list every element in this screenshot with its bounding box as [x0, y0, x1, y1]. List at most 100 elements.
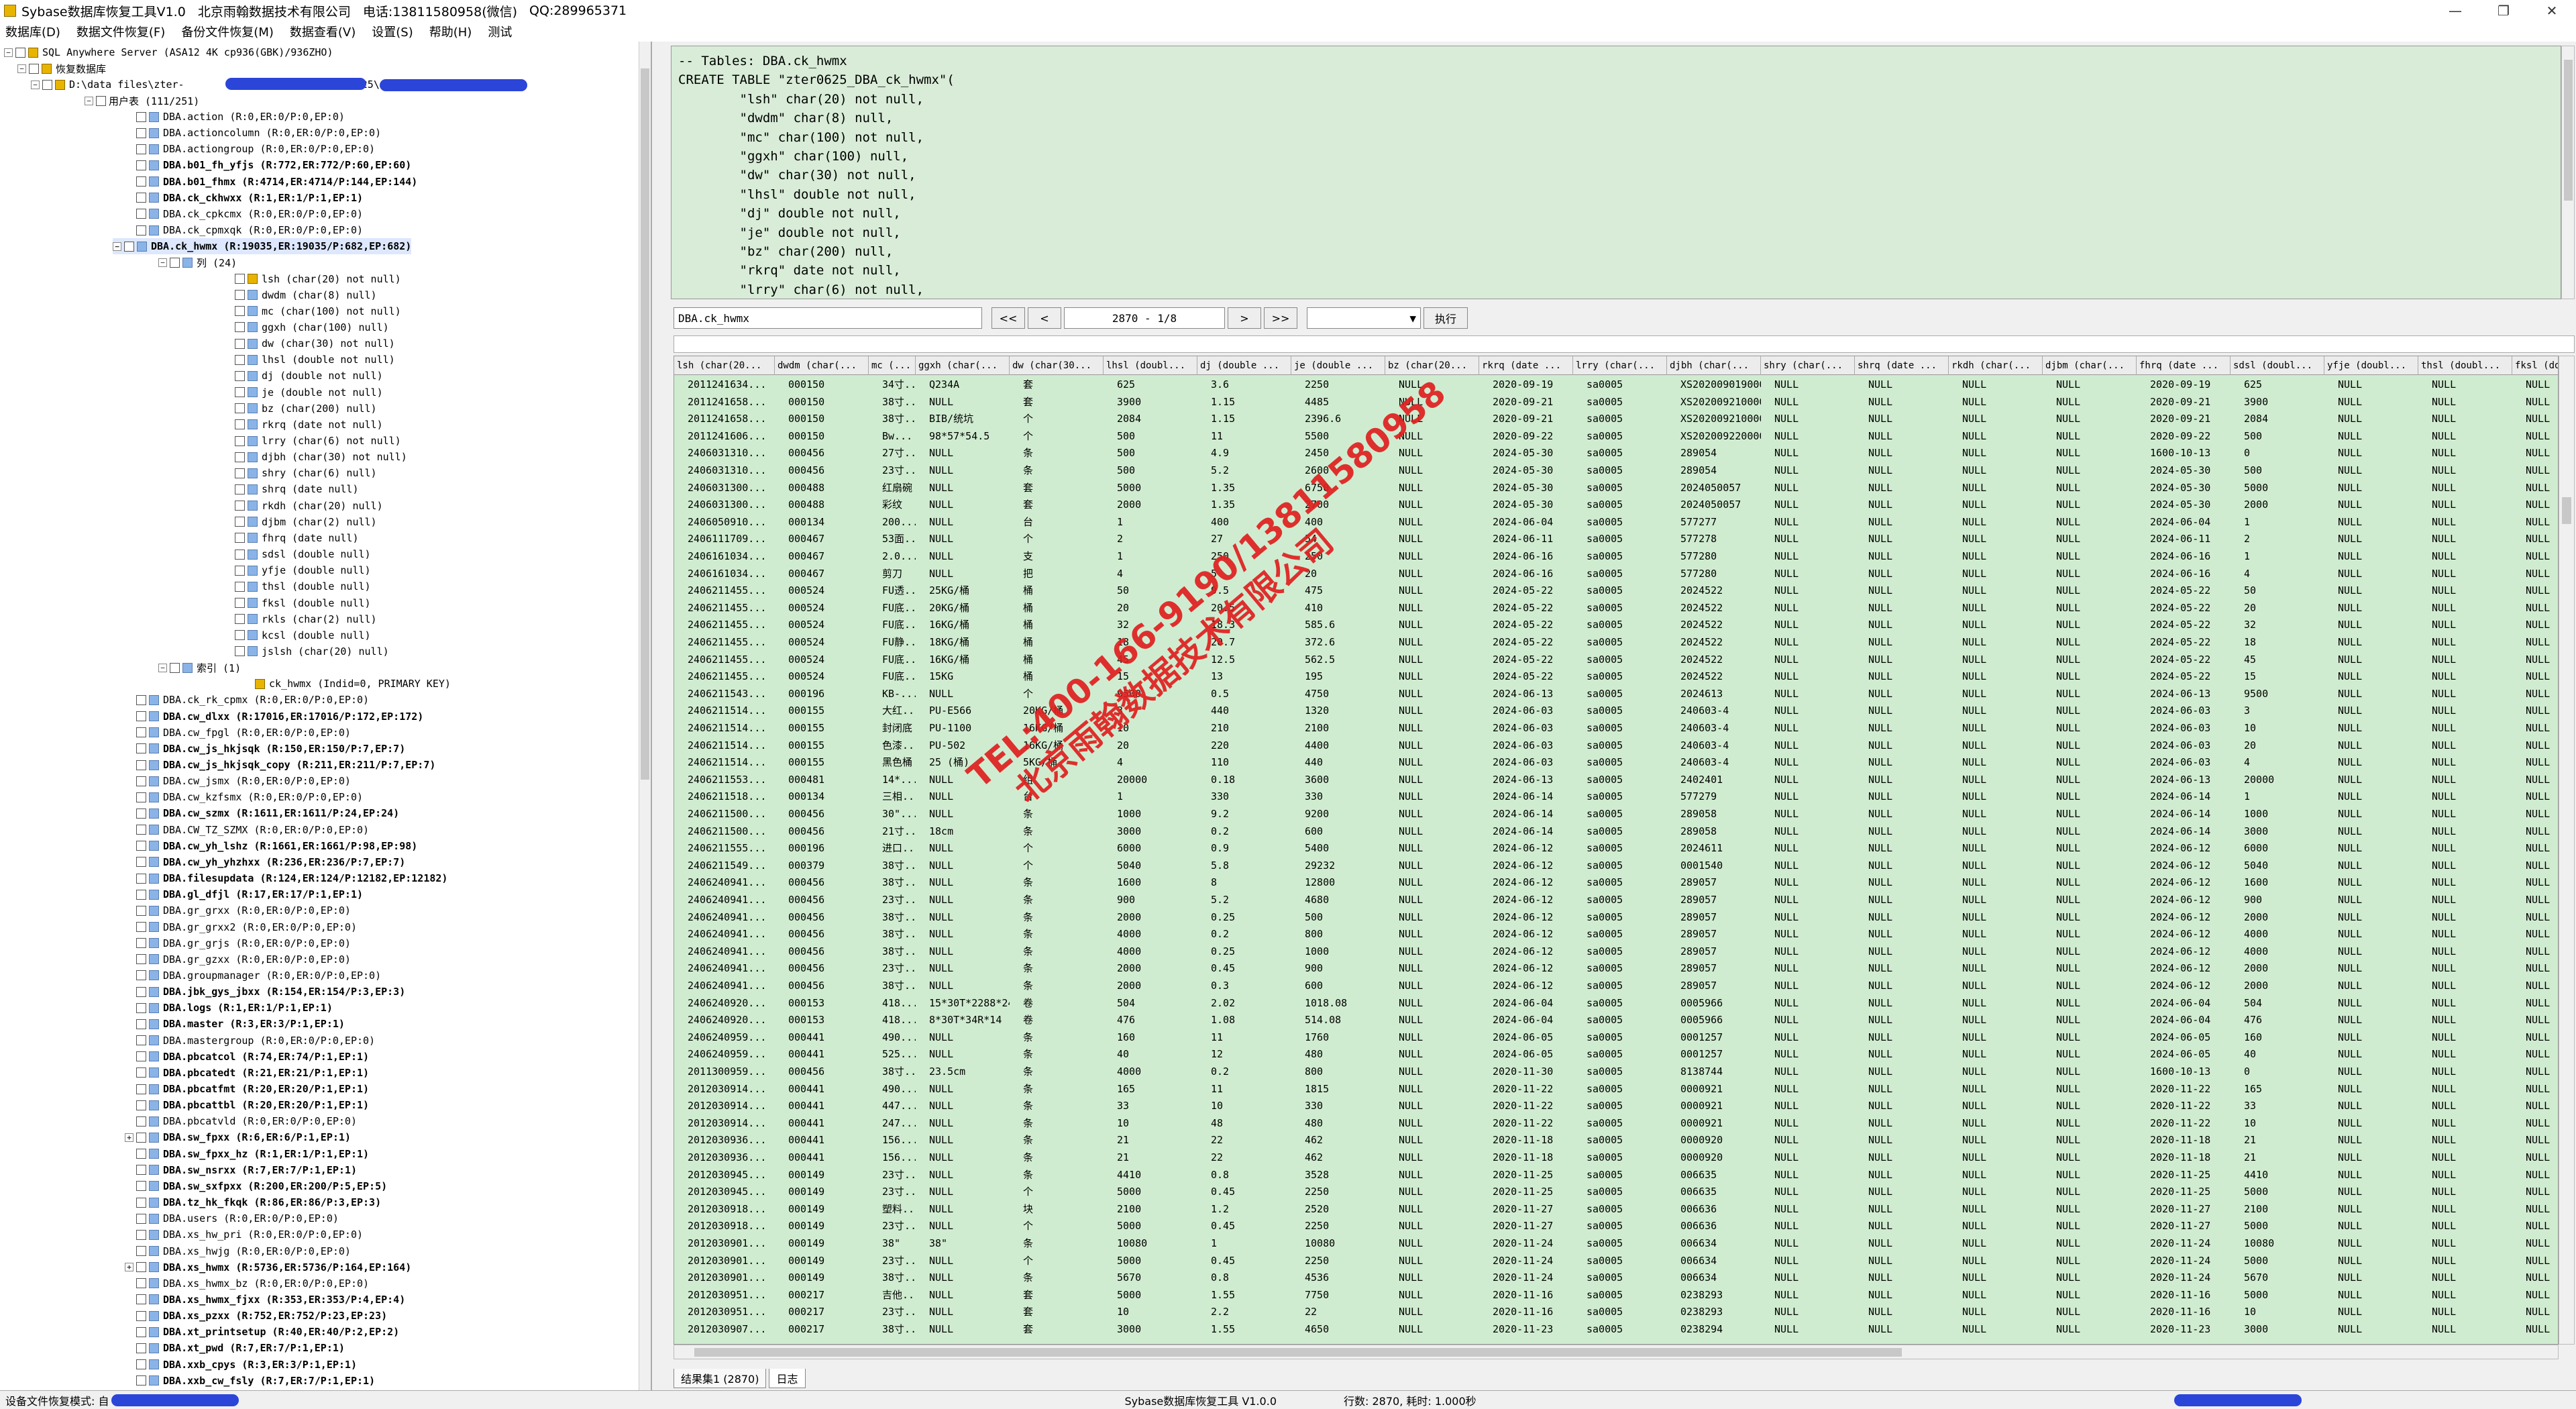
table-row[interactable]: 2011241658...00015038寸...BIB/统坑个20841.15…: [674, 411, 2558, 428]
table-row[interactable]: 2406211455...000524FU底...20KG/桶桶2020.541…: [674, 600, 2558, 617]
table-row[interactable]: 2012030914... 000441 447... NULL 条 33 10 330 NUL…: [674, 1098, 2558, 1115]
checkbox[interactable]: [136, 905, 146, 916]
table-row[interactable]: 2012030901...00014938寸...NULL条56700.8453…: [674, 1269, 2558, 1287]
column-header[interactable]: mc (...: [869, 356, 916, 375]
tree-table-node[interactable]: DBA.ck_rk_cpmx (R:0,ER:0/P:0,EP:0): [125, 692, 369, 708]
tree-column-node[interactable]: dwdm (char(8) null): [235, 287, 377, 303]
table-row[interactable]: 2012030914... 000441 490... NULL 条 165 11 1815 N…: [674, 1081, 2558, 1098]
tree-column-node[interactable]: jslsh (char(20) null): [235, 643, 389, 660]
table-row[interactable]: 2012030918...00014923寸...NULL个50000.4522…: [674, 1218, 2558, 1235]
table-row[interactable]: 2406211514... 000155 封闭底 PU-1100 16KG/桶 10 210…: [674, 720, 2558, 737]
checkbox[interactable]: [136, 1294, 146, 1305]
tree-table-node[interactable]: DBA.cw_yh_yhzhxx (R:236,ER:236/P:7,EP:7): [125, 854, 405, 870]
checkbox[interactable]: [136, 841, 146, 851]
tree-table-node[interactable]: DBA.pbcatedt (R:21,ER:21/P:1,EP:1): [125, 1065, 369, 1081]
checkbox[interactable]: [235, 517, 245, 527]
checkbox[interactable]: [136, 922, 146, 932]
checkbox[interactable]: [136, 1100, 146, 1110]
scroll-thumb[interactable]: [641, 68, 649, 780]
tree-table-node[interactable]: DBA.mastergroup (R:0,ER:0/P:0,EP:0): [125, 1033, 375, 1049]
checkbox[interactable]: [136, 1343, 146, 1353]
tree-table-node[interactable]: DBA.pbcatvld (R:0,ER:0/P:0,EP:0): [125, 1113, 357, 1129]
table-row[interactable]: 2011241658...00015038寸...NULL套39001.1544…: [674, 394, 2558, 411]
restore-icon[interactable]: ❐: [2479, 0, 2528, 21]
tree-column-node[interactable]: rkrq (date not null): [235, 417, 383, 433]
column-header[interactable]: rkdh (char(...: [1949, 356, 2043, 375]
checkbox[interactable]: [136, 1246, 146, 1256]
table-row[interactable]: 2406240941...00045638寸...NULL条20000.2550…: [674, 909, 2558, 927]
table-row[interactable]: 2406240959... 000441 525... NULL 条 40 12 480 NUL…: [674, 1046, 2558, 1063]
tree-column-node[interactable]: thsl (double null): [235, 578, 371, 594]
tree-recovered-db-node[interactable]: − 恢复数据库: [17, 60, 106, 76]
scroll-thumb[interactable]: [694, 1348, 1902, 1357]
column-header[interactable]: thsl (doubl...: [2418, 356, 2512, 375]
checkbox[interactable]: [136, 1084, 146, 1094]
tree-table-node[interactable]: DBA.gr_gzxx (R:0,ER:0/P:0,EP:0): [125, 951, 351, 968]
tree-table-node[interactable]: DBA.cw_yh_lshz (R:1661,ER:1661/P:98,EP:9…: [125, 838, 417, 854]
tab-result-set[interactable]: 结果集1 (2870): [674, 1369, 767, 1388]
tree-column-node[interactable]: rkdh (char(20) null): [235, 498, 383, 514]
tree-table-node[interactable]: DBA.ck_cpmxqk (R:0,ER:0/P:0,EP:0): [125, 222, 363, 238]
table-row[interactable]: 2406240941...00045623寸...NULL条9005.24680…: [674, 892, 2558, 909]
checkbox[interactable]: [124, 241, 134, 252]
checkbox[interactable]: [136, 889, 146, 900]
table-row[interactable]: 2406211455...000524FU静...18KG/桶桶1820.737…: [674, 634, 2558, 651]
tree-table-node[interactable]: DBA.cw_js_hkjsqk_copy (R:211,ER:211/P:7,…: [125, 757, 435, 773]
checkbox[interactable]: [136, 743, 146, 754]
checkbox[interactable]: [136, 144, 146, 154]
checkbox[interactable]: [136, 127, 146, 138]
checkbox[interactable]: [136, 1262, 146, 1273]
checkbox[interactable]: [136, 1359, 146, 1370]
tree-column-node[interactable]: yfje (double null): [235, 562, 371, 578]
tree-table-node[interactable]: DBA.cw_szmx (R:1611,ER:1611/P:24,EP:24): [125, 805, 399, 821]
collapse-toggle-icon[interactable]: −: [31, 80, 40, 89]
tree-table-node[interactable]: DBA.logs (R:1,ER:1/P:1,EP:1): [125, 1000, 333, 1016]
expand-toggle-icon[interactable]: +: [125, 1133, 133, 1142]
table-row[interactable]: 2406211543... 000196 KB-... NULL 个 9500 0.5 475…: [674, 686, 2558, 703]
sql-editor[interactable]: -- Tables: DBA.ck_hwmx CREATE TABLE "zte…: [671, 46, 2561, 299]
table-row[interactable]: 2406031300... 000488 红扇碗 NULL 套 5000 1.35 6750 N…: [674, 480, 2558, 497]
collapse-toggle-icon[interactable]: −: [85, 96, 93, 105]
sql-scrollbar[interactable]: [2561, 46, 2575, 299]
tab-log[interactable]: 日志: [769, 1369, 806, 1388]
column-header[interactable]: sdsl (doubl...: [2231, 356, 2324, 375]
menu-backup-recovery[interactable]: 备份文件恢复(M): [181, 23, 274, 40]
prev-page-button[interactable]: <: [1028, 307, 1061, 329]
menu-settings[interactable]: 设置(S): [372, 23, 413, 40]
tree-table-node[interactable]: + DBA.xs_hwmx (R:5736,ER:5736/P:164,EP:16…: [125, 1259, 411, 1275]
tree-column-node[interactable]: shry (char(6) null): [235, 465, 377, 481]
tree-index-node[interactable]: − 索引 (1): [158, 660, 241, 676]
tree-table-node[interactable]: − DBA.ck_hwmx (R:19035,ER:19035/P:682,EP:…: [113, 238, 412, 255]
table-row[interactable]: 2406240941...00045623寸...NULL条20000.4590…: [674, 960, 2558, 978]
table-row[interactable]: 2406211455...000524FU透...25KG/桶桶509.5475…: [674, 582, 2558, 600]
tree-table-node[interactable]: DBA.users (R:0,ER:0/P:0,EP:0): [125, 1210, 339, 1227]
table-row[interactable]: 2406240959... 000441 490... NULL 条 160 11 1760 N…: [674, 1029, 2558, 1047]
table-row[interactable]: 2012030945...00014923寸...NULL条44100.8352…: [674, 1167, 2558, 1184]
tree-column-node[interactable]: kcsl (double null): [235, 627, 371, 643]
table-row[interactable]: 2406031310...00045623寸...NULL条5005.22600…: [674, 462, 2558, 480]
checkbox[interactable]: [235, 403, 245, 414]
table-row[interactable]: 2406211555...000196进口...NULL个60000.95400…: [674, 840, 2558, 857]
checkbox[interactable]: [235, 565, 245, 576]
column-header[interactable]: ggxh (char(...: [916, 356, 1010, 375]
tree-column-node[interactable]: djbm (char(2) null): [235, 514, 377, 530]
minimize-icon[interactable]: —: [2431, 0, 2479, 21]
checkbox[interactable]: [235, 274, 245, 284]
tree-table-node[interactable]: DBA.xs_hw_pri (R:0,ER:0/P:0,EP:0): [125, 1227, 363, 1243]
column-header[interactable]: lrry (char(...: [1573, 356, 1667, 375]
tree-table-node[interactable]: DBA.groupmanager (R:0,ER:0/P:0,EP:0): [125, 968, 381, 984]
menu-test[interactable]: 测试: [488, 23, 512, 40]
checkbox[interactable]: [136, 1132, 146, 1143]
tree-column-node[interactable]: lrry (char(6) not null): [235, 433, 401, 449]
tree-column-node[interactable]: fhrq (date null): [235, 530, 359, 546]
tree-table-node[interactable]: DBA.tz_hk_fkqk (R:86,ER:86/P:3,EP:3): [125, 1194, 381, 1210]
menu-help[interactable]: 帮助(H): [429, 23, 472, 40]
column-header[interactable]: djbm (char(...: [2043, 356, 2137, 375]
checkbox[interactable]: [235, 549, 245, 560]
table-row[interactable]: 2406211553... 000481 14*... NULL 组 20000 0.18 3…: [674, 772, 2558, 789]
tree-table-node[interactable]: DBA.xs_pzxx (R:752,ER:752/P:23,EP:23): [125, 1308, 387, 1324]
tree-table-node[interactable]: DBA.gr_grxx (R:0,ER:0/P:0,EP:0): [125, 902, 351, 919]
tree-table-node[interactable]: DBA.actiongroup (R:0,ER:0/P:0,EP:0): [125, 141, 375, 157]
menu-datafile-recovery[interactable]: 数据文件恢复(F): [76, 23, 165, 40]
table-row[interactable]: 2406240941...00045638寸...NULL条20000.3600…: [674, 978, 2558, 995]
